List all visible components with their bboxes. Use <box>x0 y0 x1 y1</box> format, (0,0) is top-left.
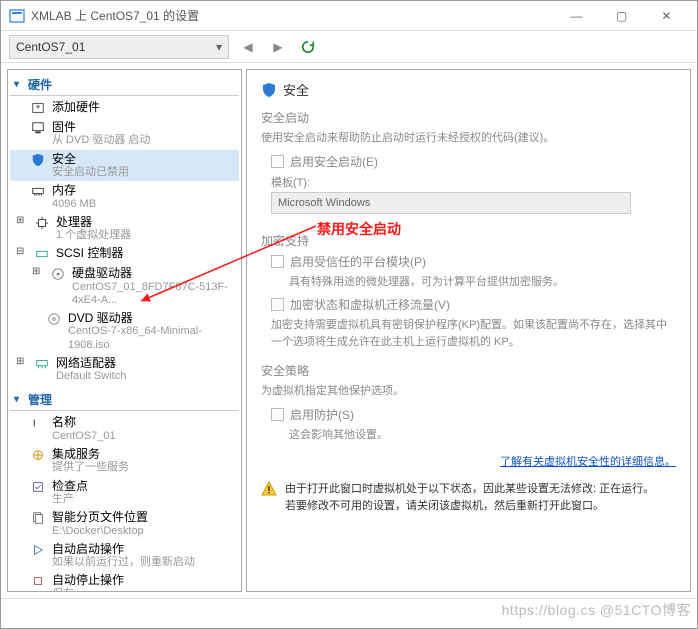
disk-icon <box>50 266 66 282</box>
tree-dvd[interactable]: DVD 驱动器CentOS-7-x86_64-Minimal-1908.iso <box>10 309 239 354</box>
maximize-button[interactable]: ▢ <box>599 1 644 31</box>
secure-boot-desc: 使用安全启动来帮助防止启动时运行未经授权的代码(建议)。 <box>261 130 676 147</box>
toolbar: CentOS7_01 ▾ ◀ ▶ <box>1 31 697 63</box>
scsi-icon <box>34 246 50 262</box>
checkbox-icon <box>271 255 284 268</box>
template-value: Microsoft Windows <box>278 197 370 209</box>
integration-icon <box>30 447 46 463</box>
policy-desc: 为虚拟机指定其他保护选项。 <box>261 383 676 400</box>
checkbox-icon <box>271 298 284 311</box>
collapse-icon: ▾ <box>14 79 24 90</box>
policy-note: 这会影响其他设置。 <box>289 427 676 444</box>
tree-scsi[interactable]: ⊟ SCSI 控制器 <box>10 244 239 264</box>
shield-checkbox-label: 启用防护(S) <box>290 406 354 423</box>
smartpaging-icon <box>30 510 46 526</box>
firmware-icon <box>30 120 46 136</box>
traffic-checkbox-label: 加密状态和虚拟机迁移流量(V) <box>290 296 450 313</box>
tree-security[interactable]: 安全安全启动已禁用 <box>10 150 239 182</box>
tree-cpu[interactable]: ⊞ 处理器1 个虚拟处理器 <box>10 213 239 245</box>
tree-name[interactable]: I 名称CentOS7_01 <box>10 413 239 445</box>
checkbox-icon <box>271 408 284 421</box>
panel-title: 安全 <box>283 80 309 99</box>
section-hardware[interactable]: ▾硬件 <box>10 74 239 96</box>
tree-add-hardware[interactable]: 添加硬件 <box>10 98 239 118</box>
nav-next-button[interactable]: ▶ <box>267 36 289 58</box>
panel-header: 安全 <box>261 80 676 99</box>
memory-icon <box>30 183 46 199</box>
tree-smartpaging[interactable]: 智能分页文件位置E:\Docker\Desktop <box>10 508 239 540</box>
learn-more-link[interactable]: 了解有关虚拟机安全性的详细信息。 <box>261 453 676 469</box>
refresh-button[interactable] <box>297 36 319 58</box>
vm-selector-value: CentOS7_01 <box>16 40 85 54</box>
watermark: https://blog.cs @51CTO博客 <box>502 600 691 620</box>
nav-prev-button[interactable]: ◀ <box>237 36 259 58</box>
traffic-checkbox-row[interactable]: 加密状态和虚拟机迁移流量(V) <box>271 296 676 313</box>
encryption-title: 加密支持 <box>261 232 676 249</box>
collapse-icon[interactable]: ⊟ <box>16 246 26 258</box>
tree-nic[interactable]: ⊞ 网络适配器Default Switch <box>10 354 239 386</box>
nic-icon <box>34 356 50 372</box>
autostart-icon <box>30 542 46 558</box>
tree-autostart[interactable]: 自动启动操作如果以前运行过，则重新启动 <box>10 540 239 572</box>
tree-autostop[interactable]: 自动停止操作保存 <box>10 571 239 592</box>
shield-icon <box>30 152 46 168</box>
autostop-icon <box>30 573 46 589</box>
dvd-icon <box>46 311 62 327</box>
checkbox-icon <box>271 155 284 168</box>
settings-tree: ▾硬件 添加硬件 固件从 DVD 驱动器 启动 安全安全启动已禁用 内存4096… <box>7 69 242 592</box>
secure-boot-checkbox-label: 启用安全启动(E) <box>290 153 378 170</box>
warning-box: 由于打开此窗口时虚拟机处于以下状态，因此某些设置无法修改: 正在运行。 若要修改… <box>261 481 676 514</box>
cpu-icon <box>34 215 50 231</box>
tree-checkpoint[interactable]: 检查点生产 <box>10 477 239 509</box>
minimize-button[interactable]: — <box>554 1 599 31</box>
tree-firmware[interactable]: 固件从 DVD 驱动器 启动 <box>10 118 239 150</box>
app-icon <box>9 8 25 24</box>
tpm-checkbox-label: 启用受信任的平台模块(P) <box>290 253 426 270</box>
svg-text:I: I <box>33 418 36 430</box>
warning-text: 由于打开此窗口时虚拟机处于以下状态，因此某些设置无法修改: 正在运行。 若要修改… <box>285 481 654 514</box>
policy-title: 安全策略 <box>261 362 676 379</box>
tpm-desc: 具有特殊用途的微处理器，可为计算平台提供加密服务。 <box>289 274 676 291</box>
close-button[interactable]: ✕ <box>644 1 689 31</box>
shield-checkbox-row[interactable]: 启用防护(S) <box>271 406 676 423</box>
chevron-down-icon: ▾ <box>216 40 222 54</box>
template-select[interactable]: Microsoft Windows <box>271 192 631 214</box>
window-title: XMLAB 上 CentOS7_01 的设置 <box>31 7 554 24</box>
secure-boot-checkbox-row[interactable]: 启用安全启动(E) <box>271 153 676 170</box>
expand-icon[interactable]: ⊞ <box>16 356 26 368</box>
template-label: 模板(T): <box>271 174 676 190</box>
collapse-icon: ▾ <box>14 394 24 405</box>
secure-boot-title: 安全启动 <box>261 109 676 126</box>
settings-panel: 安全 安全启动 使用安全启动来帮助防止启动时运行未经授权的代码(建议)。 启用安… <box>246 69 691 592</box>
expand-icon[interactable]: ⊞ <box>32 266 42 278</box>
name-icon: I <box>30 415 46 431</box>
checkpoint-icon <box>30 479 46 495</box>
tpm-checkbox-row[interactable]: 启用受信任的平台模块(P) <box>271 253 676 270</box>
vm-selector-dropdown[interactable]: CentOS7_01 ▾ <box>9 35 229 59</box>
kp-desc: 加密支持需要虚拟机具有密钥保护程序(KP)配置。如果该配置尚不存在，选择其中一个… <box>271 317 676 350</box>
add-hardware-icon <box>30 100 46 116</box>
expand-icon[interactable]: ⊞ <box>16 215 26 227</box>
tree-memory[interactable]: 内存4096 MB <box>10 181 239 213</box>
warning-icon <box>261 481 277 497</box>
titlebar: XMLAB 上 CentOS7_01 的设置 — ▢ ✕ <box>1 1 697 31</box>
section-manage[interactable]: ▾管理 <box>10 389 239 411</box>
shield-icon <box>261 82 277 98</box>
tree-hdd[interactable]: ⊞ 硬盘驱动器CentOS7_01_8FD7F87C-513F-4xE4-A..… <box>10 264 239 309</box>
tree-integration[interactable]: 集成服务提供了一些服务 <box>10 445 239 477</box>
